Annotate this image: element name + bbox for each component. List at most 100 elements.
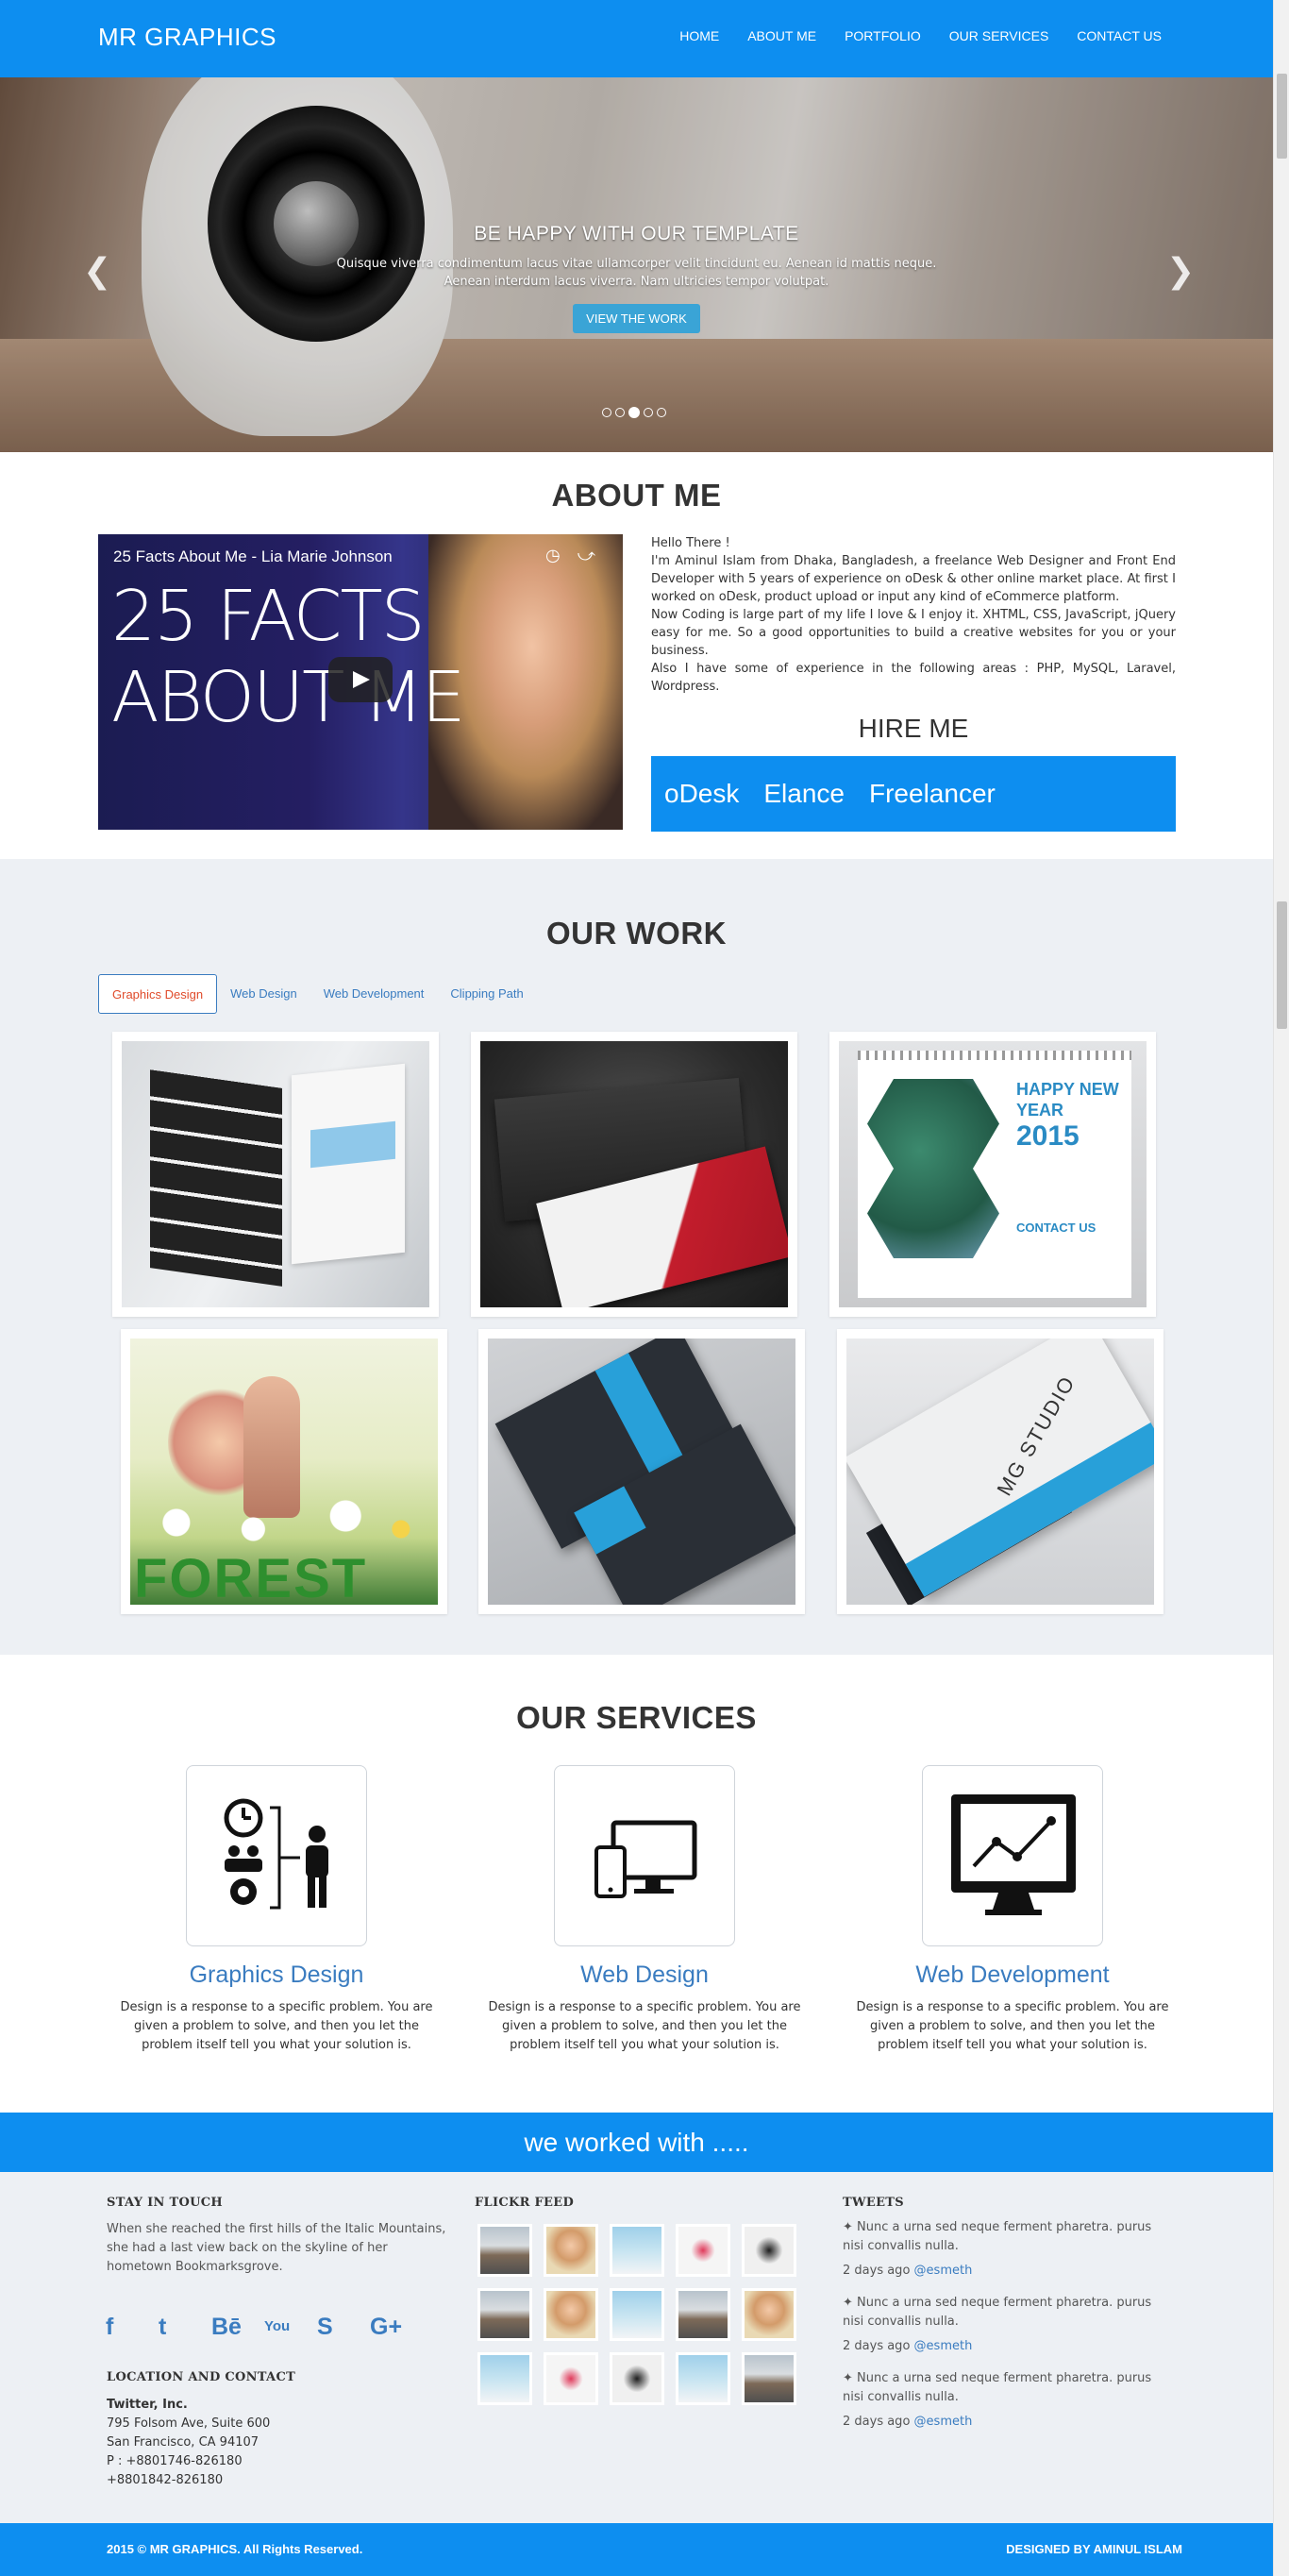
designed-by: DESIGNED BY AMINUL ISLAM — [1006, 2542, 1182, 2556]
copyright: 2015 © MR GRAPHICS. All Rights Reserved. — [107, 2542, 363, 2556]
about-text: Hello There ! I'm Aminul Islam from Dhak… — [651, 536, 1176, 694]
brand-logo[interactable]: MR GRAPHICS — [98, 23, 276, 52]
carousel-dot[interactable] — [615, 408, 625, 417]
flickr-photo[interactable] — [544, 2352, 598, 2405]
flickr-photo[interactable] — [477, 2352, 532, 2405]
tweet-handle-link[interactable]: @esmeth — [914, 2415, 973, 2429]
nav-portfolio[interactable]: PORTFOLIO — [845, 28, 921, 43]
tweets-title: TWEETS — [843, 2196, 904, 2210]
clock-icon[interactable]: ◷ — [545, 546, 561, 565]
flickr-photo[interactable] — [742, 2352, 796, 2405]
page: MR GRAPHICS HOME ABOUT ME PORTFOLIO OUR … — [0, 0, 1273, 2576]
twitter-icon: ✦ — [843, 2296, 858, 2310]
service-desc: Design is a response to a specific probl… — [120, 2000, 433, 2052]
tab-web-development[interactable]: Web Development — [310, 974, 438, 1014]
hero-text: Quisque viverra condimentum lacus vitae … — [336, 257, 937, 289]
company-name: Twitter, Inc. — [107, 2398, 188, 2412]
tweet-handle-link[interactable]: @esmeth — [914, 2264, 973, 2278]
play-icon[interactable] — [328, 657, 393, 702]
flickr-photo[interactable] — [676, 2288, 730, 2341]
facebook-icon[interactable]: f — [106, 2314, 159, 2348]
scrollbar-thumb[interactable] — [1277, 901, 1287, 1029]
odesk-link[interactable]: oDesk — [664, 779, 739, 809]
worked-with-banner: we worked with ..... — [0, 2113, 1273, 2172]
flickr-photo[interactable] — [676, 2224, 730, 2277]
flickr-photo[interactable] — [676, 2352, 730, 2405]
hero-title: BE HAPPY WITH OUR TEMPLATE — [474, 223, 799, 244]
carousel-dot[interactable] — [602, 408, 611, 417]
video-overlay-text: 25 FACTS ABOUT ME — [111, 576, 466, 738]
flickr-photo[interactable] — [544, 2288, 598, 2341]
video-player[interactable]: 25 Facts About Me - Lia Marie Johnson 25… — [98, 534, 623, 830]
portfolio-item-forest-flyer[interactable]: FOREST — [121, 1329, 447, 1614]
page-scrollbar[interactable] — [1273, 0, 1289, 2576]
portfolio-item-calendar[interactable]: HAPPY NEW YEAR 2015 CONTACT US — [829, 1032, 1156, 1317]
our-work-title: OUR WORK — [546, 916, 727, 951]
location-title: LOCATION AND CONTACT — [107, 2370, 296, 2384]
video-title[interactable]: 25 Facts About Me - Lia Marie Johnson — [113, 547, 393, 566]
service-web-development: Web Development Design is a response to … — [852, 1765, 1173, 2055]
about-title: ABOUT ME — [551, 478, 722, 513]
address-block: Twitter, Inc. 795 Folsom Ave, Suite 600 … — [107, 2396, 270, 2490]
calendar-image: HAPPY NEW YEAR 2015 CONTACT US — [839, 1041, 1147, 1307]
carousel-dot[interactable] — [644, 408, 653, 417]
flickr-photo[interactable] — [477, 2288, 532, 2341]
mg-studio-card-image: MG STUDIO — [846, 1339, 1154, 1605]
navbar: MR GRAPHICS HOME ABOUT ME PORTFOLIO OUR … — [0, 0, 1273, 77]
service-graphics-design: Graphics Design Design is a response to … — [116, 1765, 437, 2055]
phone: +8801842-826180 — [107, 2473, 224, 2487]
tab-graphics-design[interactable]: Graphics Design — [98, 974, 218, 1014]
flickr-photo[interactable] — [742, 2288, 796, 2341]
portfolio-item-business-card-blue[interactable] — [478, 1329, 805, 1614]
tab-web-design[interactable]: Web Design — [217, 974, 310, 1014]
view-the-work-button[interactable]: VIEW THE WORK — [573, 304, 700, 333]
tab-clipping-path[interactable]: Clipping Path — [437, 974, 536, 1014]
flickr-photo[interactable] — [742, 2224, 796, 2277]
business-card-blue-image — [488, 1339, 795, 1605]
portfolio-item-business-card-red[interactable] — [471, 1032, 797, 1317]
behance-icon[interactable]: Bē — [211, 2314, 264, 2348]
flickr-photo[interactable] — [610, 2352, 664, 2405]
service-name[interactable]: Graphics Design — [116, 1961, 437, 1989]
nav-home[interactable]: HOME — [679, 28, 719, 43]
hire-me-box: oDesk Elance Freelancer — [651, 756, 1176, 832]
our-services-title: OUR SERVICES — [516, 1700, 757, 1735]
tweet-item: ✦ Nunc a urna sed neque ferment pharetra… — [843, 2296, 1152, 2353]
flickr-photo[interactable] — [477, 2224, 532, 2277]
flickr-feed-title: FLICKR FEED — [475, 2196, 575, 2210]
brochure-image — [122, 1041, 429, 1307]
service-desc: Design is a response to a specific probl… — [488, 2000, 801, 2052]
flickr-photo[interactable] — [544, 2224, 598, 2277]
nav-our-services[interactable]: OUR SERVICES — [949, 28, 1049, 43]
carousel-indicators — [602, 407, 666, 418]
service-web-design: Web Design Design is a response to a spe… — [484, 1765, 805, 2055]
flickr-photo[interactable] — [610, 2288, 664, 2341]
forest-flyer-image: FOREST — [130, 1339, 438, 1605]
freelancer-link[interactable]: Freelancer — [869, 779, 996, 809]
twitter-icon[interactable]: t — [159, 2314, 211, 2348]
flickr-photo[interactable] — [610, 2224, 664, 2277]
responsive-devices-icon — [554, 1765, 735, 1946]
elance-link[interactable]: Elance — [763, 779, 845, 809]
skype-icon[interactable]: S — [317, 2314, 370, 2348]
service-name[interactable]: Web Development — [852, 1961, 1173, 1989]
youtube-icon[interactable]: You — [264, 2314, 317, 2348]
share-icon[interactable]: ⤻ — [578, 546, 595, 565]
carousel-dot-active[interactable] — [628, 407, 640, 418]
scrollbar-thumb[interactable] — [1277, 74, 1287, 159]
stay-in-touch-title: STAY IN TOUCH — [107, 2196, 223, 2210]
tweet-item: ✦ Nunc a urna sed neque ferment pharetra… — [843, 2220, 1152, 2278]
carousel-dot[interactable] — [657, 408, 666, 417]
business-card-red-image — [480, 1041, 788, 1307]
nav-about-me[interactable]: ABOUT ME — [747, 28, 816, 43]
nav-contact-us[interactable]: CONTACT US — [1077, 28, 1162, 43]
portfolio-tabs: Graphics Design Web Design Web Developme… — [98, 974, 537, 1014]
tweet-handle-link[interactable]: @esmeth — [914, 2339, 973, 2353]
phone: P : +8801746-826180 — [107, 2454, 243, 2468]
portfolio-item-brochure[interactable] — [112, 1032, 439, 1317]
tweet-item: ✦ Nunc a urna sed neque ferment pharetra… — [843, 2371, 1152, 2429]
service-desc: Design is a response to a specific probl… — [856, 2000, 1169, 2052]
portfolio-item-mg-studio-card[interactable]: MG STUDIO — [837, 1329, 1163, 1614]
google-plus-icon[interactable]: G+ — [370, 2314, 423, 2348]
service-name[interactable]: Web Design — [484, 1961, 805, 1989]
